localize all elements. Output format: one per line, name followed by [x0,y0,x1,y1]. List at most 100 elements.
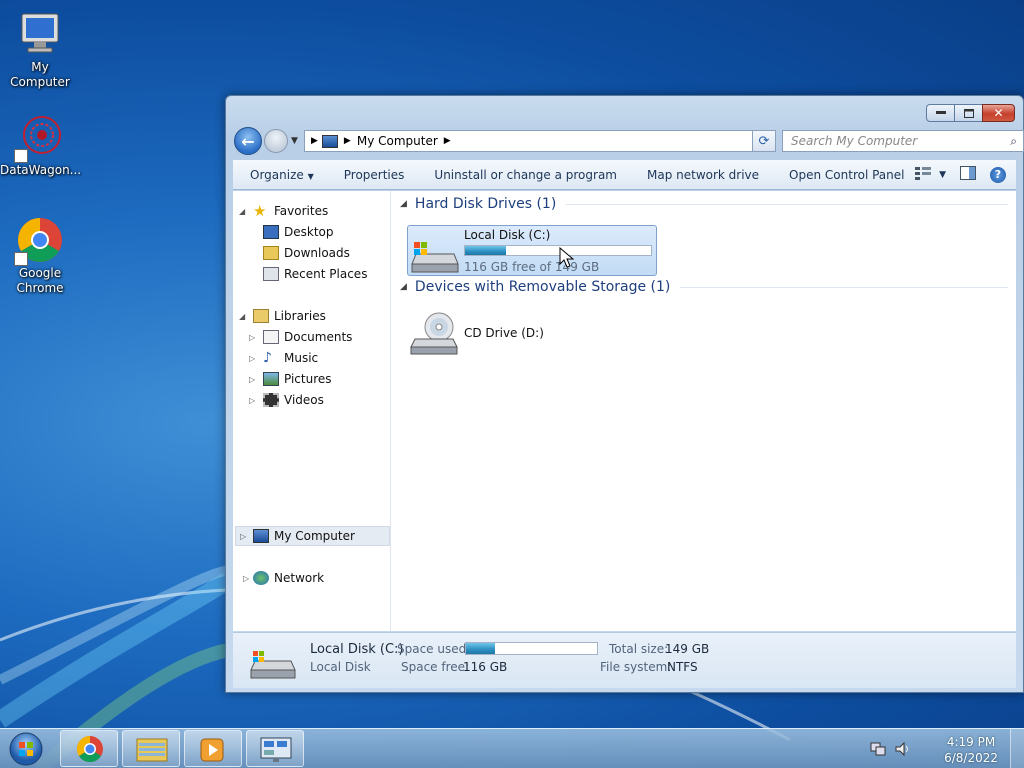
drive-usage-fill [465,246,506,255]
chrome-icon [76,735,103,763]
space-free-label: Space free: [401,660,470,674]
organize-menu[interactable]: Organize ▼ [250,168,314,182]
breadcrumb-chevron-icon[interactable]: ▶ [444,136,451,146]
desktop-icon-label: My Computer [10,60,70,89]
taskbar-media-player-button[interactable] [184,730,242,767]
details-pane: Local Disk (C:) Local Disk Space used: S… [233,632,1016,688]
view-dropdown-icon[interactable]: ▼ [939,170,946,180]
map-network-drive-button[interactable]: Map network drive [647,168,759,182]
desktop-icon-datawagon[interactable]: DataWagon... [0,113,82,178]
caption-buttons: ✕ [926,104,1015,122]
documents-icon [263,330,279,344]
maximize-button[interactable] [954,104,983,122]
drive-tile-local-disk-c[interactable]: Local Disk (C:) 116 GB free of 149 GB [407,225,657,276]
clock-date: 6/8/2022 [944,751,998,765]
hard-drive-icon [250,651,296,679]
nav-favorites[interactable]: ◢ ★ Favorites [239,201,328,221]
chrome-icon [14,216,64,266]
nav-videos[interactable]: ▷ Videos [249,390,324,410]
desktop-icon-label: Google Chrome [16,266,64,295]
preview-pane-icon[interactable] [960,166,976,183]
taskbar-explorer-button[interactable] [122,730,180,767]
close-button[interactable]: ✕ [982,104,1015,122]
expand-arrow-icon[interactable]: ▷ [249,354,255,363]
breadcrumb-location[interactable]: My Computer [357,134,438,148]
nav-my-computer[interactable]: ▷ My Computer [235,526,390,546]
change-view-icon[interactable] [915,166,932,183]
drive-tile-cd-d[interactable]: CD Drive (D:) [407,309,567,359]
taskbar-chrome-button[interactable] [60,730,118,767]
drive-usage-bar [464,245,652,256]
details-drive-name: Local Disk (C:) [310,642,404,657]
taskbar-control-panel-button[interactable] [246,730,304,767]
group-header-hard-disks[interactable]: ◢ Hard Disk Drives (1) [400,196,1008,212]
address-bar[interactable]: ▶ ▶ My Computer ▶ ▼ [304,130,770,152]
nav-pictures[interactable]: ▷ Pictures [249,369,332,389]
help-icon[interactable]: ? [990,166,1006,183]
details-drive-type: Local Disk [310,660,371,674]
datawagon-icon [14,113,64,163]
hard-drive-icon [411,242,459,273]
expand-arrow-icon[interactable]: ▷ [249,396,255,405]
collapse-arrow-icon[interactable]: ◢ [400,282,407,292]
search-icon[interactable]: ⌕ [1010,134,1017,149]
desktop-icon [263,225,279,239]
expand-arrow-icon[interactable]: ▷ [249,375,255,384]
media-player-icon [200,738,224,762]
navigation-pane: ◢ ★ Favorites Desktop Downloads Recent P… [233,191,391,631]
recent-pages-dropdown[interactable]: ▼ [291,136,298,146]
group-header-removable[interactable]: ◢ Devices with Removable Storage (1) [400,279,1008,295]
refresh-button[interactable]: ⟳ [752,130,776,152]
desktop-icon-chrome[interactable]: Google Chrome [0,216,80,296]
show-desktop-button[interactable] [1010,729,1024,768]
recent-places-icon [263,267,279,281]
collapse-arrow-icon[interactable]: ◢ [239,312,245,321]
open-control-panel-button[interactable]: Open Control Panel [789,168,904,182]
desktop-icon-my-computer[interactable]: My Computer [0,10,80,90]
taskbar: 4:19 PM 6/8/2022 [0,728,1024,768]
minimize-button[interactable] [926,104,955,122]
music-icon: ♪ [263,350,272,366]
group-divider [566,203,1008,205]
forward-button[interactable] [264,129,288,153]
expand-arrow-icon[interactable]: ▷ [240,532,246,541]
nav-recent-places[interactable]: Recent Places [263,264,367,284]
downloads-icon [263,246,279,260]
network-icon [253,571,269,585]
explorer-window[interactable]: ✕ ← ▼ ▶ ▶ My Computer ▶ ▼ ⟳ Search My Co… [225,95,1024,693]
nav-network[interactable]: ▷ Network [243,568,324,588]
back-button[interactable]: ← [234,127,262,155]
expand-arrow-icon[interactable]: ▷ [243,574,249,583]
computer-icon [253,529,269,543]
nav-libraries[interactable]: ◢ Libraries [239,306,326,326]
breadcrumb-chevron-icon[interactable]: ▶ [311,136,318,146]
computer-icon [321,134,338,148]
computer-icon [16,10,64,58]
space-used-fill [466,643,495,654]
nav-desktop[interactable]: Desktop [263,222,334,242]
uninstall-program-button[interactable]: Uninstall or change a program [434,168,617,182]
nav-documents[interactable]: ▷ Documents [249,327,352,347]
space-used-bar [465,642,598,655]
navigation-bar: ← ▼ ▶ ▶ My Computer ▶ ▼ ⟳ Search My Comp… [234,127,1024,155]
shortcut-arrow-icon [14,149,28,163]
expand-arrow-icon[interactable]: ▷ [249,333,255,342]
collapse-arrow-icon[interactable]: ◢ [239,207,245,216]
nav-downloads[interactable]: Downloads [263,243,350,263]
start-button[interactable] [4,730,50,768]
system-clock[interactable]: 4:19 PM 6/8/2022 [944,734,998,766]
mouse-cursor-icon [559,247,575,268]
drive-name: CD Drive (D:) [464,326,544,340]
breadcrumb-chevron-icon[interactable]: ▶ [344,136,351,146]
space-free-value: 116 GB [463,660,508,674]
cd-drive-icon [410,312,458,355]
collapse-arrow-icon[interactable]: ◢ [400,199,407,209]
windows-orb-icon [9,732,43,766]
pictures-icon [263,372,279,386]
desktop-icon-label: DataWagon... [0,163,82,177]
network-status-icon[interactable] [870,741,886,760]
search-input[interactable]: Search My Computer ⌕ [782,130,1024,152]
volume-icon[interactable] [894,741,910,760]
properties-button[interactable]: Properties [344,168,405,182]
nav-music[interactable]: ▷ ♪ Music [249,348,318,368]
